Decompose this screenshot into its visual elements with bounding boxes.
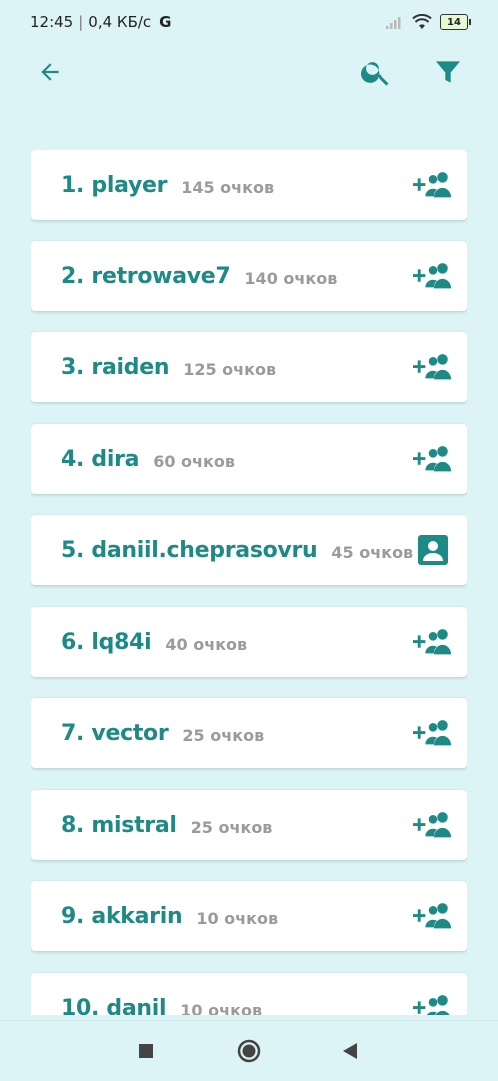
add-friend-icon <box>413 720 452 746</box>
search-button[interactable] <box>356 52 396 92</box>
recents-button[interactable] <box>134 1039 158 1063</box>
add-friend-icon <box>413 903 452 929</box>
add-friend-button[interactable] <box>413 441 453 477</box>
filter-icon <box>436 61 460 83</box>
list-item[interactable]: 4. dira 60 очков <box>31 424 467 494</box>
player-name: 6. lq84i <box>61 629 152 655</box>
square-icon <box>139 1044 153 1058</box>
add-friend-icon <box>413 354 452 380</box>
add-friend-icon <box>413 263 452 289</box>
player-name: 10. danil <box>61 995 167 1016</box>
back-nav-button[interactable] <box>338 1039 362 1063</box>
home-button[interactable] <box>237 1039 261 1063</box>
list-item[interactable]: 8. mistral 25 очков <box>31 790 467 860</box>
player-name: 9. akkarin <box>61 903 183 929</box>
back-button[interactable] <box>30 52 70 92</box>
player-name: 4. dira <box>61 446 140 472</box>
battery-icon: 14 <box>440 14 471 30</box>
player-score: 125 очков <box>183 359 277 379</box>
list-item[interactable]: 7. vector 25 очков <box>31 698 467 768</box>
contact-card-icon <box>418 535 448 565</box>
status-separator: | <box>78 13 84 31</box>
add-friend-icon <box>413 172 452 198</box>
player-name: 7. vector <box>61 720 169 746</box>
add-friend-button[interactable] <box>413 624 453 660</box>
status-speed: 0,4 КБ/с <box>88 13 152 31</box>
list-item[interactable]: 3. raiden 125 очков <box>31 332 467 402</box>
list-item[interactable]: 2. retrowave7 140 очков <box>31 241 467 311</box>
player-score: 140 очков <box>244 268 338 288</box>
player-score: 40 очков <box>165 634 248 654</box>
filter-button[interactable] <box>428 52 468 92</box>
search-icon <box>361 62 389 86</box>
status-bar: 12:45 | 0,4 КБ/с G 14 <box>0 0 498 44</box>
player-name: 5. daniil.cheprasovru <box>61 537 318 563</box>
signal-icon <box>386 17 401 29</box>
player-score: 25 очков <box>182 725 265 745</box>
triangle-back-icon <box>343 1043 357 1059</box>
circle-icon <box>237 1039 261 1063</box>
add-friend-button[interactable] <box>413 258 453 294</box>
add-friend-icon <box>413 446 452 472</box>
add-friend-icon <box>413 995 450 1015</box>
list-item[interactable]: 1. player 145 очков <box>31 150 467 220</box>
status-carrier: G <box>159 13 172 31</box>
player-name: 3. raiden <box>61 354 170 380</box>
toolbar <box>0 44 498 100</box>
add-friend-icon <box>413 812 452 838</box>
status-right: 14 <box>386 14 471 30</box>
list-item[interactable]: 10. danil 10 очков <box>31 973 467 1015</box>
player-name: 2. retrowave7 <box>61 263 231 289</box>
arrow-left-icon <box>41 63 59 81</box>
player-score: 25 очков <box>190 817 273 837</box>
leaderboard-list[interactable]: 1. player 145 очков 2. retrowave7 140 оч… <box>31 150 467 1015</box>
player-score: 45 очков <box>331 542 414 562</box>
player-score: 60 очков <box>153 451 236 471</box>
player-score: 10 очков <box>180 1000 263 1016</box>
wifi-icon <box>412 14 432 29</box>
add-friend-button[interactable] <box>413 990 453 1015</box>
add-friend-button[interactable] <box>413 715 453 751</box>
status-time: 12:45 <box>30 13 74 31</box>
battery-level: 14 <box>447 16 461 28</box>
player-name: 8. mistral <box>61 812 177 838</box>
add-friend-button[interactable] <box>413 167 453 203</box>
add-friend-icon <box>413 629 452 655</box>
add-friend-button[interactable] <box>413 807 453 843</box>
add-friend-button[interactable] <box>413 898 453 934</box>
system-nav-bar <box>0 1020 498 1081</box>
add-friend-button[interactable] <box>413 349 453 385</box>
list-item[interactable]: 9. akkarin 10 очков <box>31 881 467 951</box>
player-name: 1. player <box>61 172 168 198</box>
contact-card-button[interactable] <box>413 532 453 568</box>
player-score: 10 очков <box>196 908 279 928</box>
status-left: 12:45 | 0,4 КБ/с G <box>30 13 171 31</box>
player-score: 145 очков <box>181 177 275 197</box>
list-item[interactable]: 5. daniil.cheprasovru 45 очков <box>31 515 467 585</box>
list-item[interactable]: 6. lq84i 40 очков <box>31 607 467 677</box>
